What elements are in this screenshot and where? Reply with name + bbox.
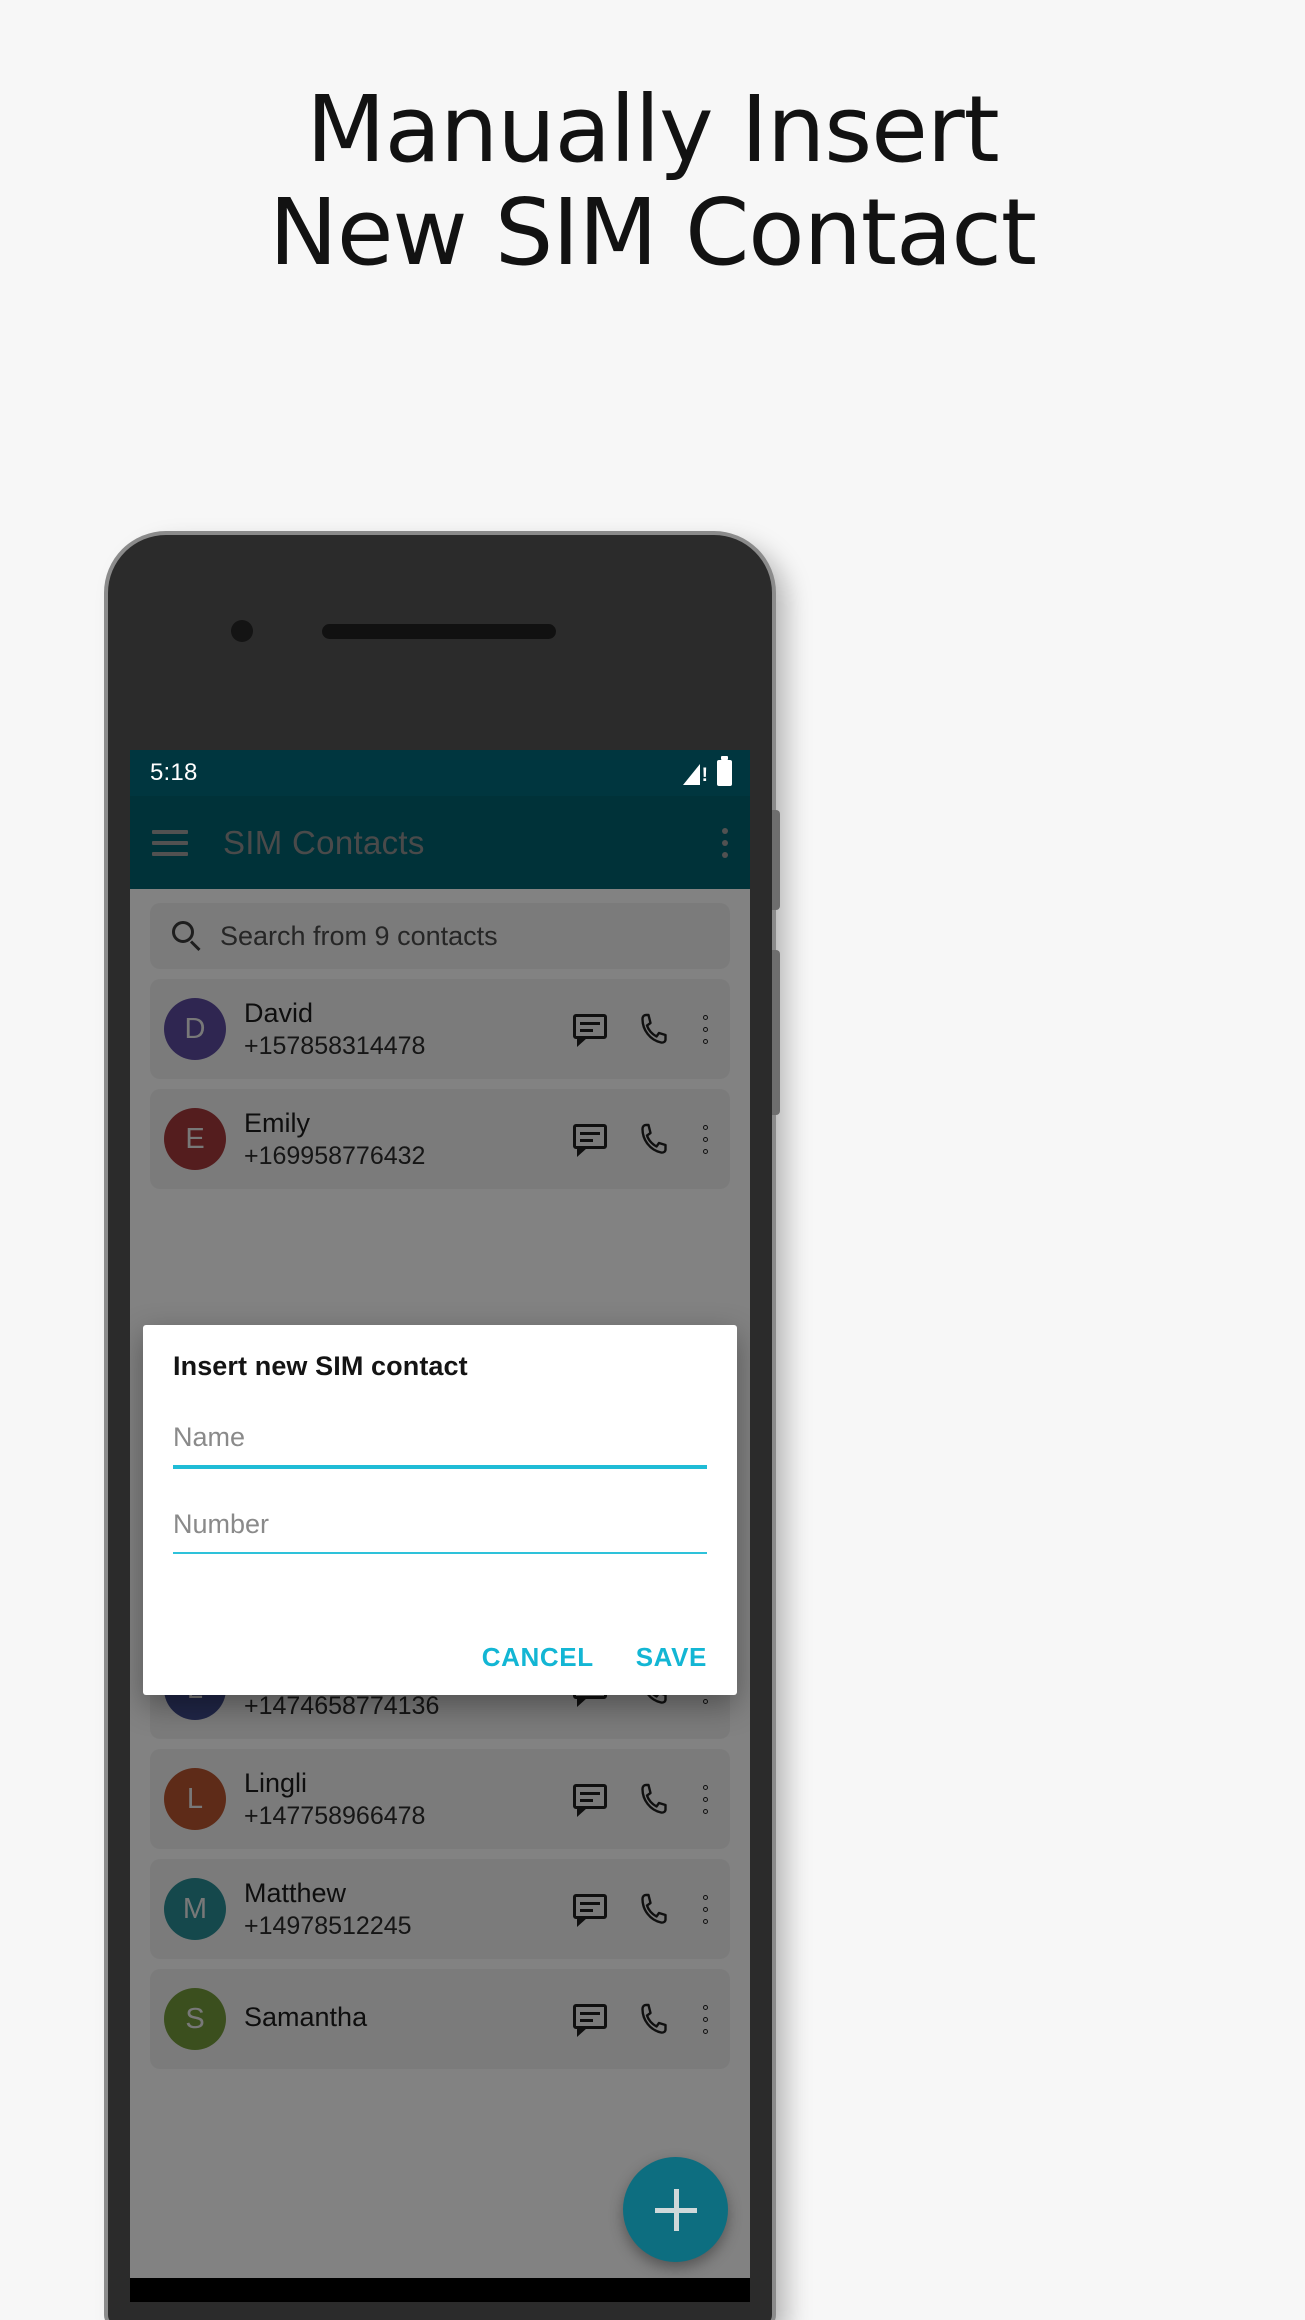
phone-side-button-power[interactable]	[772, 810, 780, 910]
insert-contact-dialog: Insert new SIM contact Name Number CANCE…	[143, 1325, 737, 1695]
status-bar-icons: !	[683, 756, 732, 786]
phone-mockup: 5:18 ! SIM Contacts Search from 9 contac…	[108, 535, 780, 2320]
system-navigation-bar	[130, 2278, 750, 2302]
page-title: Manually Insert New SIM Contact	[0, 78, 1305, 284]
name-field-underline	[173, 1465, 707, 1469]
phone-camera-icon	[231, 620, 253, 642]
battery-full-icon	[717, 756, 732, 786]
name-field-label: Name	[173, 1422, 246, 1452]
phone-screen: 5:18 ! SIM Contacts Search from 9 contac…	[130, 750, 750, 2302]
phone-side-button-volume[interactable]	[772, 950, 780, 1115]
page-title-line-2: New SIM Contact	[269, 179, 1037, 287]
number-field-label: Number	[173, 1509, 270, 1539]
plus-icon	[654, 2188, 697, 2231]
dialog-actions: CANCEL SAVE	[482, 1642, 707, 1673]
status-bar-time: 5:18	[150, 759, 198, 786]
cancel-button[interactable]: CANCEL	[482, 1642, 594, 1673]
phone-speaker	[322, 624, 556, 639]
page-title-line-1: Manually Insert	[306, 76, 999, 183]
page-root: Manually Insert New SIM Contact 5:18 ! S…	[0, 0, 1305, 2320]
save-button[interactable]: SAVE	[636, 1642, 707, 1673]
signal-warning-icon: !	[683, 761, 709, 785]
number-field[interactable]: Number	[173, 1509, 707, 1554]
status-bar: 5:18 !	[130, 750, 750, 796]
dialog-title: Insert new SIM contact	[173, 1351, 468, 1381]
number-field-underline	[173, 1552, 707, 1554]
name-field[interactable]: Name	[173, 1422, 707, 1469]
add-contact-fab[interactable]	[623, 2157, 728, 2262]
